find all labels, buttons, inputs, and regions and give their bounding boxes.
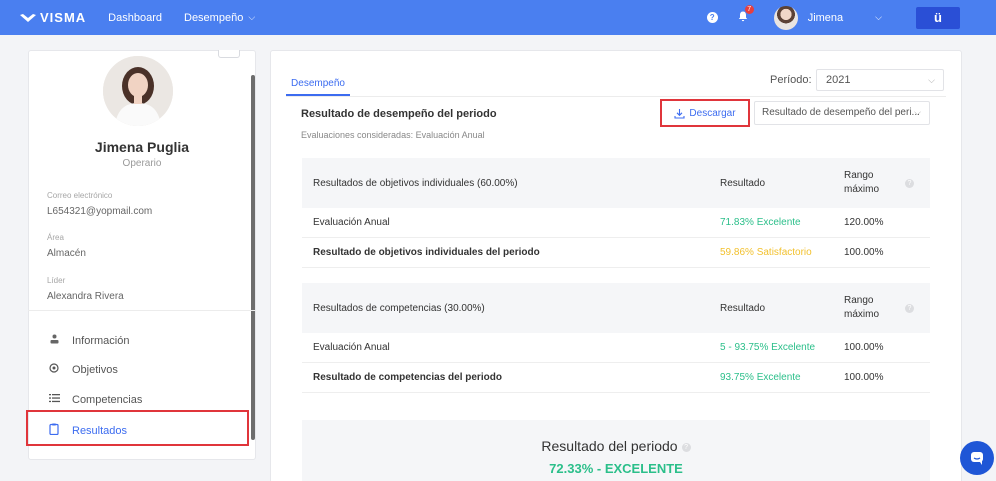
table-row: Resultado de competencias del periodo 93…: [302, 363, 930, 393]
info-icon[interactable]: ?: [905, 178, 914, 188]
result-type-select[interactable]: Resultado de desempeño del peri... ⌵: [754, 101, 930, 125]
table-header-result: Resultado: [720, 302, 766, 314]
info-icon[interactable]: ?: [905, 303, 914, 313]
table-header-result: Resultado: [720, 177, 766, 189]
row-max: 100.00%: [844, 371, 884, 383]
download-button[interactable]: Descargar: [660, 99, 750, 127]
app-switch-button[interactable]: ü: [916, 6, 960, 29]
row-result: 59.86% Satisfactorio: [720, 247, 812, 258]
tab-divider: [286, 96, 946, 97]
table-header-max: Rango máximo: [844, 170, 880, 195]
row-label: Resultado de competencias del periodo: [313, 372, 502, 383]
email-value: L654321@yopmail.com: [47, 206, 153, 217]
help-icon[interactable]: ?: [706, 12, 718, 23]
chat-button[interactable]: [960, 441, 994, 475]
nav-desempeno-label: Desempeño: [184, 11, 244, 24]
table-row: Evaluación Anual 5 - 93.75% Excelente 10…: [302, 333, 930, 363]
periodo-label: Período:: [770, 74, 812, 86]
sidebar-item-objetivos[interactable]: Objetivos: [47, 363, 118, 376]
profile-avatar: [103, 56, 173, 126]
sidebar-item-informacion[interactable]: Información: [47, 334, 129, 347]
leader-label: Líder: [47, 276, 66, 285]
download-label: Descargar: [689, 107, 736, 119]
collapse-tab[interactable]: [218, 50, 240, 58]
table-header-max: Rango máximo: [844, 295, 880, 320]
periodo-value: 2021: [826, 74, 851, 86]
user-icon: [47, 334, 61, 347]
row-max: 100.00%: [844, 246, 884, 258]
table-row: Resultado de objetivos individuales del …: [302, 238, 930, 268]
result-type-value: Resultado de desempeño del peri...: [762, 107, 920, 118]
row-result: 5 - 93.75% Excelente: [720, 342, 816, 353]
table-row: Evaluación Anual 71.83% Excelente 120.00…: [302, 208, 930, 238]
tab-desempeno[interactable]: Desempeño: [286, 74, 350, 96]
clipboard-icon: [47, 423, 61, 438]
chevron-down-icon: ⌵: [914, 107, 921, 117]
row-label: Resultado de objetivos individuales del …: [313, 247, 540, 258]
sidebar-item-label: Información: [72, 334, 130, 347]
area-value: Almacén: [47, 248, 86, 259]
row-max: 100.00%: [844, 341, 884, 353]
table-header: Resultados de competencias (30.00%) Resu…: [302, 283, 930, 333]
sidebar-item-label: Objetivos: [72, 363, 118, 376]
competencies-table: Resultados de competencias (30.00%) Resu…: [302, 283, 930, 393]
notifications-button[interactable]: 7: [738, 4, 754, 25]
table-header-title: Resultados de competencias (30.00%): [313, 302, 485, 314]
table-header-title: Resultados de objetivos individuales (60…: [313, 177, 518, 189]
chat-icon: [971, 452, 983, 465]
period-summary: [302, 420, 930, 481]
leader-value: Alexandra Rivera: [47, 291, 124, 302]
row-result: 93.75% Excelente: [720, 372, 801, 383]
profile-role: Operario: [122, 158, 162, 169]
user-menu-chevron-icon[interactable]: ⌵: [875, 12, 882, 23]
periodo-select[interactable]: 2021 ⌵: [816, 69, 944, 91]
logo-text: VISMA: [40, 10, 87, 25]
table-header: Resultados de objetivos individuales (60…: [302, 158, 930, 208]
nav-dashboard[interactable]: Dashboard: [108, 12, 162, 24]
visma-logo[interactable]: VISMA: [20, 10, 86, 25]
chevron-down-icon: ⌵: [248, 12, 256, 22]
top-navbar: VISMA Dashboard Desempeño ⌵ ? 7 Jimena ⌵ …: [0, 0, 996, 35]
visma-logo-icon: [20, 13, 36, 22]
row-result: 71.83% Excelente: [720, 217, 801, 228]
sidebar-item-label: Competencias: [72, 393, 143, 406]
email-label: Correo electrónico: [47, 191, 113, 200]
row-label: Evaluación Anual: [313, 342, 390, 353]
nav-desempeno[interactable]: Desempeño ⌵: [184, 12, 255, 24]
row-label: Evaluación Anual: [313, 217, 390, 228]
sidebar-item-label: Resultados: [72, 424, 128, 437]
row-max: 120.00%: [844, 216, 884, 228]
sidebar-scrollbar[interactable]: [251, 75, 255, 440]
chevron-down-icon: ⌵: [928, 75, 935, 85]
section-subtitle: Evaluaciones consideradas: Evaluación An…: [301, 130, 485, 140]
section-title: Resultado de desempeño del periodo: [301, 108, 497, 120]
sidebar-item-competencias[interactable]: Competencias: [47, 393, 142, 406]
profile-name: Jimena Puglia: [94, 139, 190, 155]
download-icon: [674, 108, 685, 119]
list-icon: [47, 393, 61, 406]
profile-photo-icon: [103, 56, 173, 126]
user-name[interactable]: Jimena: [808, 12, 843, 24]
nav-dashboard-label: Dashboard: [108, 11, 162, 24]
sidebar-item-resultados[interactable]: Resultados: [47, 423, 127, 438]
objectives-table: Resultados de objetivos individuales (60…: [302, 158, 930, 268]
area-label: Área: [47, 233, 64, 242]
user-avatar[interactable]: [773, 5, 798, 30]
target-icon: [47, 363, 61, 376]
notification-badge: 7: [744, 4, 754, 14]
sidebar-divider: [28, 310, 256, 311]
